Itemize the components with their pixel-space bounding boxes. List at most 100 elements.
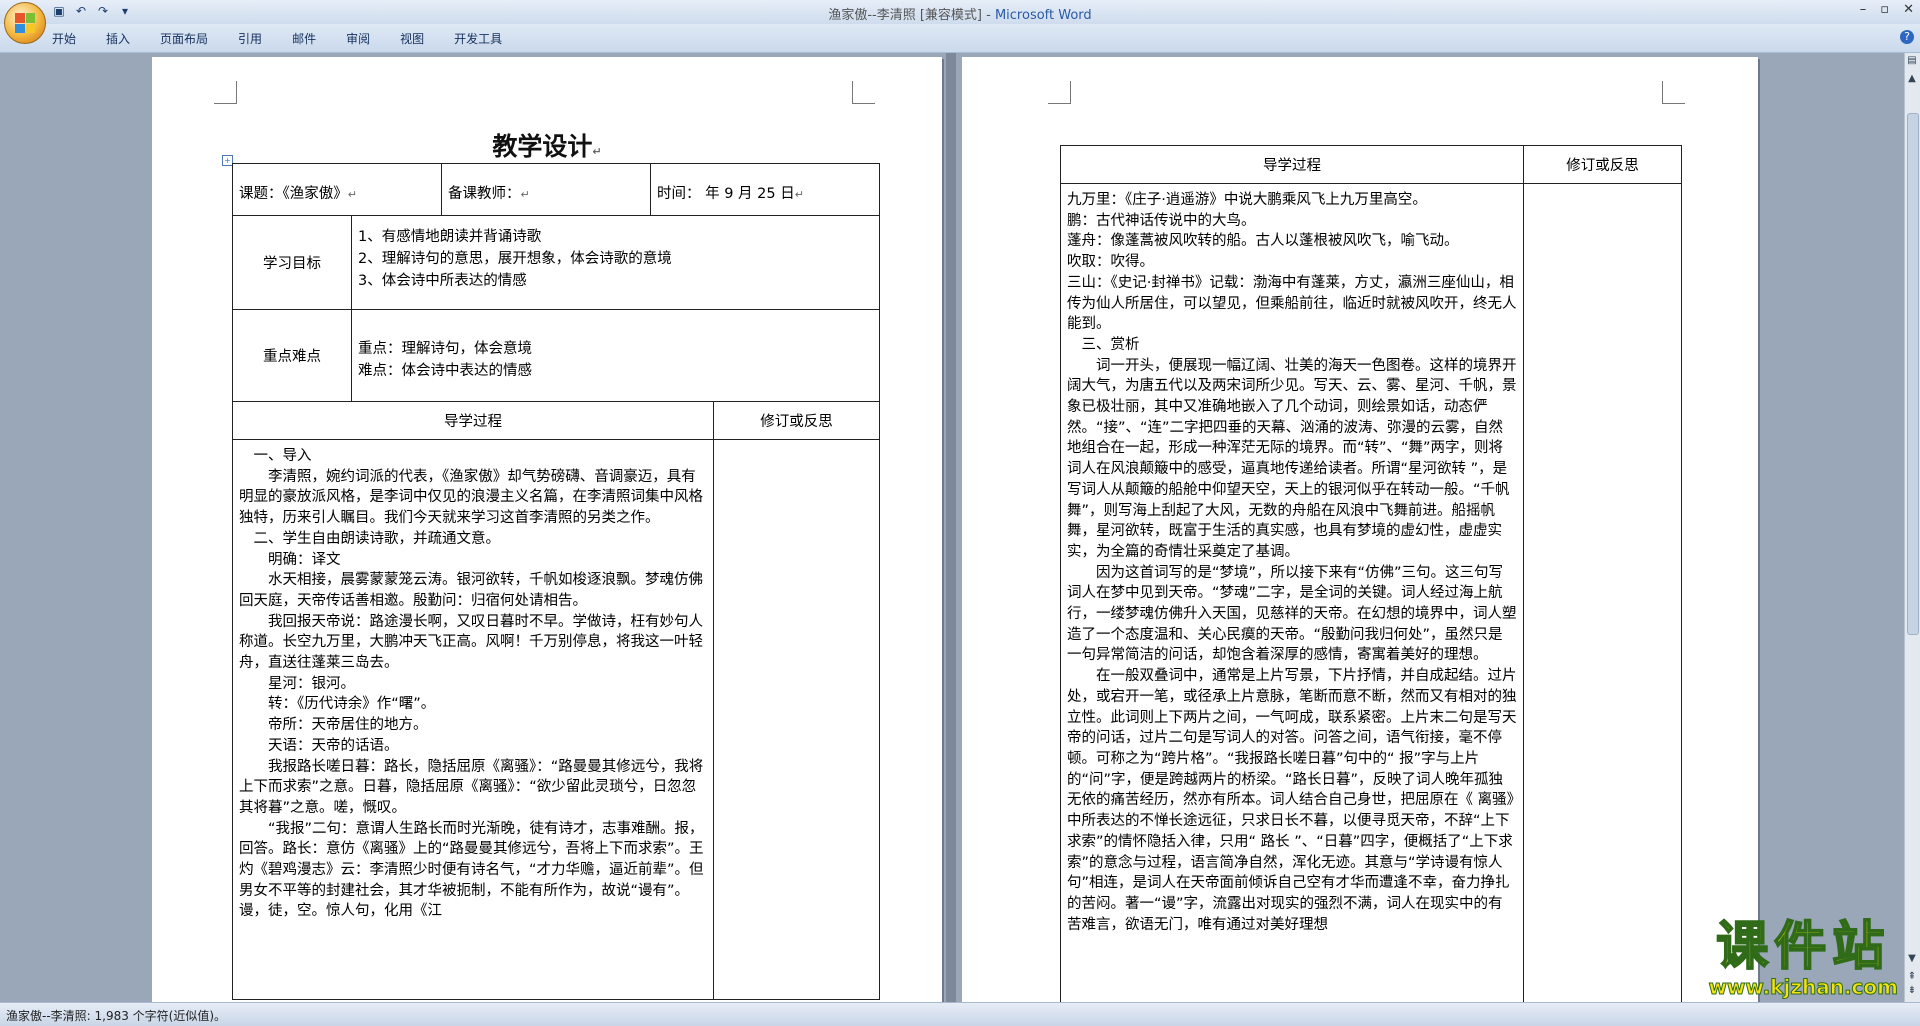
- goals-label-cell: 学习目标: [232, 215, 352, 310]
- key-label-cell: 重点难点: [232, 309, 352, 402]
- title-bar: ▣ ↶ ↷ ▾ 渔家傲--李清照 [兼容模式] - Microsoft Word…: [0, 0, 1920, 44]
- document-page-1: 教学设计↵ + 课题：《渔家傲》↵ 备课教师：↵ 时间： 年 9 月 25 日↵…: [152, 57, 942, 1002]
- previous-page-icon[interactable]: ⇞: [1906, 971, 1918, 983]
- goals-content-cell: 1、有感情地朗读并背诵诗歌 2、理解诗句的意思，展开想象，体会诗歌的意境 3、体…: [351, 215, 880, 310]
- process-body-cell: 一、导入李清照，婉约词派的代表，《渔家傲》却气势磅礴、音调豪迈，具有明显的豪放派…: [232, 439, 714, 1000]
- body-paragraph: 词一开头，便展现一幅辽阔、壮美的海天一色图卷。这样的境界开阔大气，为唐五代以及两…: [1067, 357, 1517, 560]
- body-paragraph: 三、赏析: [1081, 336, 1140, 353]
- process-body-text: 一、导入李清照，婉约词派的代表，《渔家傲》却气势磅礴、音调豪迈，具有明显的豪放派…: [233, 440, 713, 928]
- minimize-button[interactable]: –: [1860, 2, 1867, 17]
- tab-references[interactable]: 引用: [238, 30, 262, 47]
- document-page-2: 导学过程 修订或反思 九万里：《庄子·逍遥游》中说大鹏乘风飞上九万里高空。 鹏：古…: [962, 57, 1758, 1002]
- scroll-thumb[interactable]: [1907, 113, 1919, 635]
- process-header-cell: 导学过程: [1060, 145, 1524, 184]
- goal-item: 3、体会诗中所表达的情感: [358, 273, 527, 289]
- page-heading: 教学设计↵: [152, 127, 942, 163]
- body-paragraph: 帝所：天帝居住的地方。: [268, 717, 428, 734]
- body-paragraph: 鹏：古代神话传说中的大鸟。: [1067, 212, 1256, 229]
- revise-header-cell: 修订或反思: [713, 401, 880, 440]
- vertical-scrollbar[interactable]: ▤ ▲ ▼ ⇞ ⇟: [1904, 53, 1920, 1002]
- site-watermark: 课件站 www.kjzhan.com: [1708, 917, 1899, 1000]
- watermark-logo: 课件站: [1715, 917, 1891, 977]
- body-paragraph: 二、学生自由朗读诗歌，并疏通文意。: [253, 530, 501, 547]
- next-page-icon[interactable]: ⇟: [1906, 985, 1918, 997]
- app-name: Microsoft Word: [994, 8, 1092, 23]
- body-paragraph: 星河：银河。: [268, 675, 355, 692]
- tab-home[interactable]: 开始: [52, 30, 76, 47]
- process-table-continued: 导学过程 修订或反思 九万里：《庄子·逍遥游》中说大鹏乘风飞上九万里高空。 鹏：古…: [1060, 145, 1682, 1002]
- paragraph-mark: ↵: [520, 188, 530, 201]
- tab-review[interactable]: 审阅: [346, 30, 370, 47]
- body-paragraph: 因为这首词写的是“梦境”，所以接下来有“仿佛”三句。这三句写词人在梦中见到天帝。…: [1067, 564, 1517, 664]
- goals-table: 学习目标 1、有感情地朗读并背诵诗歌 2、理解诗句的意思，展开想象，体会诗歌的意…: [232, 215, 880, 402]
- revise-body-cell: [713, 439, 880, 1000]
- process-header: 导学过程: [444, 414, 502, 430]
- goal-item: 1、有感情地朗读并背诵诗歌: [358, 229, 542, 245]
- body-paragraph: 三山：《史记·封禅书》记载：渤海中有蓬莱，方丈，瀛洲三座仙山，相传为仙人所居住，…: [1067, 274, 1517, 333]
- process-header: 导学过程: [1263, 158, 1321, 174]
- process-header-cell: 导学过程: [232, 401, 714, 440]
- body-paragraph: “我报”二句：意谓人生路长而时光渐晚，徒有诗才，志事难酬。报，回答。路长：意仿《…: [239, 820, 704, 920]
- tab-view[interactable]: 视图: [400, 30, 424, 47]
- ruler-toggle-icon[interactable]: ▤: [1906, 55, 1918, 67]
- teacher-cell: 备课教师：↵: [441, 163, 651, 216]
- paragraph-mark: ↵: [592, 145, 602, 158]
- office-button[interactable]: [4, 2, 46, 44]
- key-point: 难点：体会诗中表达的情感: [358, 363, 532, 379]
- body-paragraph: 水天相接，晨雾蒙蒙笼云涛。银河欲转，千帆如梭逐浪飘。梦魂仿佛回天庭，天帝传话善相…: [239, 572, 703, 609]
- time-text: 时间： 年 9 月 25 日: [657, 186, 795, 202]
- help-icon[interactable]: ?: [1900, 30, 1914, 44]
- tab-mailings[interactable]: 邮件: [292, 30, 316, 47]
- revise-header: 修订或反思: [760, 414, 833, 430]
- revise-header: 修订或反思: [1566, 158, 1639, 174]
- goal-item: 2、理解诗句的意思，展开想象，体会诗歌的意境: [358, 251, 672, 267]
- body-paragraph: 一、导入: [253, 448, 312, 464]
- ribbon-tabs: 开始 插入 页面布局 引用 邮件 审阅 视图 开发工具 ?: [0, 24, 1920, 53]
- course-cell: 课题：《渔家傲》↵: [232, 163, 442, 216]
- body-paragraph: 天语：天帝的话语。: [268, 737, 399, 754]
- tab-page-layout[interactable]: 页面布局: [160, 30, 208, 47]
- scroll-down-icon[interactable]: ▼: [1906, 953, 1918, 965]
- window-controls: – ▫ ✕: [1860, 2, 1914, 17]
- body-paragraph: 在一般双叠词中，通常是上片写景，下片抒情，并自成起结。过片处，或宕开一笔，或径承…: [1067, 668, 1517, 933]
- process-body-text: 九万里：《庄子·逍遥游》中说大鹏乘风飞上九万里高空。 鹏：古代神话传说中的大鸟。蓬…: [1061, 184, 1523, 941]
- status-word-count[interactable]: 渔家傲--李清照: 1,983 个字符(近似值)。: [6, 1007, 226, 1024]
- paragraph-mark: ↵: [794, 188, 804, 201]
- process-table: 导学过程 修订或反思 一、导入李清照，婉约词派的代表，《渔家傲》却气势磅礴、音调…: [232, 401, 880, 1000]
- window-title: 渔家傲--李清照 [兼容模式] - Microsoft Word: [0, 4, 1920, 23]
- scroll-up-icon[interactable]: ▲: [1906, 73, 1918, 85]
- revise-header-cell: 修订或反思: [1523, 145, 1682, 184]
- office-logo-icon: [15, 13, 35, 33]
- course-text: 课题：《渔家傲》: [239, 186, 348, 202]
- teacher-text: 备课教师：: [448, 186, 521, 202]
- document-title: 渔家傲--李清照 [兼容模式] -: [828, 8, 995, 23]
- tab-insert[interactable]: 插入: [106, 30, 130, 47]
- revise-body-cell: [1523, 183, 1682, 1002]
- key-content-cell: 重点：理解诗句，体会意境 难点：体会诗中表达的情感: [351, 309, 880, 402]
- body-paragraph: 蓬舟：像蓬蒿被风吹转的船。古人以蓬根被风吹飞，喻飞动。: [1067, 233, 1459, 250]
- body-paragraph: 九万里：《庄子·逍遥游》中说大鹏乘风飞上九万里高空。: [1067, 192, 1427, 208]
- restore-button[interactable]: ▫: [1880, 2, 1889, 17]
- goals-label: 学习目标: [263, 256, 321, 272]
- body-paragraph: 吹取：吹得。: [1067, 254, 1154, 271]
- status-bar: 渔家傲--李清照: 1,983 个字符(近似值)。: [0, 1002, 1920, 1026]
- body-paragraph: 李清照，婉约词派的代表，《渔家傲》却气势磅礴、音调豪迈，具有明显的豪放派风格，是…: [239, 468, 703, 527]
- key-label: 重点难点: [263, 349, 321, 365]
- crop-mark: [214, 81, 237, 104]
- document-workspace: 教学设计↵ + 课题：《渔家傲》↵ 备课教师：↵ 时间： 年 9 月 25 日↵…: [0, 53, 1905, 1002]
- time-cell: 时间： 年 9 月 25 日↵: [650, 163, 880, 216]
- key-point: 重点：理解诗句，体会意境: [358, 341, 532, 357]
- body-paragraph: 我回报天帝说：路途漫长啊，又叹日暮时不早。学做诗，枉有妙句人称道。长空九万里，大…: [239, 613, 703, 672]
- process-body-cell: 九万里：《庄子·逍遥游》中说大鹏乘风飞上九万里高空。 鹏：古代神话传说中的大鸟。蓬…: [1060, 183, 1524, 1002]
- paragraph-mark: ↵: [347, 188, 357, 201]
- heading-text: 教学设计: [492, 132, 593, 161]
- crop-mark: [1048, 81, 1071, 104]
- crop-mark: [1662, 81, 1685, 104]
- body-paragraph: 我报路长嗟日暮：路长，隐括屈原《离骚》：“路曼曼其修远兮，我将上下而求索”之意。…: [239, 758, 704, 816]
- body-paragraph: 明确：译文: [268, 551, 341, 568]
- watermark-url: www.kjzhan.com: [1708, 975, 1899, 1000]
- lesson-header-table: 课题：《渔家傲》↵ 备课教师：↵ 时间： 年 9 月 25 日↵: [232, 163, 880, 216]
- close-button[interactable]: ✕: [1903, 2, 1914, 17]
- page-gap: [946, 53, 956, 1002]
- tab-developer[interactable]: 开发工具: [454, 30, 502, 47]
